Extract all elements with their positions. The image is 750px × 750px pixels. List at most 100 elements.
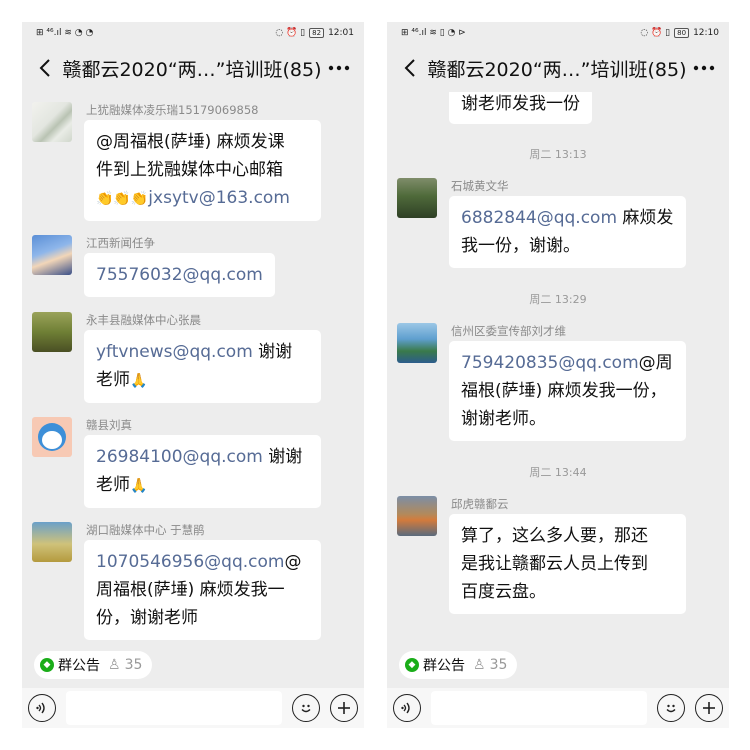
sender-name: 永丰县融媒体中心张晨 — [86, 313, 201, 327]
email-link[interactable]: 75576032@qq.com — [96, 265, 263, 285]
status-time: 12:01 — [328, 27, 354, 38]
sender-name: 江西新闻任争 — [86, 236, 155, 250]
status-system-icons: ◌ ⏰ ▯ — [275, 27, 306, 38]
voice-icon[interactable] — [393, 694, 421, 722]
emoji-icon[interactable] — [292, 694, 320, 722]
chat-title: 赣鄱云2020“两…”培训班(85) — [427, 58, 687, 81]
message-text: 老师 — [96, 370, 130, 390]
phone-screen-left: ⊞ ⁴⁶.ıl ≋ ◔ ◔ ◌ ⏰ ▯ 82 12:01 赣鄱云2020“两…”… — [22, 22, 364, 728]
status-icons: ⊞ ⁴⁶.ıl ≋ ◔ ◔ — [36, 27, 94, 38]
sender-name: 石城黄文华 — [451, 179, 509, 193]
message-bubble[interactable]: 算了，这么多人要，那还 是我让赣鄱云人员上传到 百度云盘。 — [449, 514, 686, 614]
sender-name: 邱虎赣鄱云 — [451, 497, 509, 511]
message-list[interactable]: 上犹融媒体凌乐瑞15179069858 @周福根(萨埵) 麻烦发课 件到上犹融媒… — [22, 92, 364, 642]
member-icon: ♙ — [473, 657, 486, 673]
status-system-icons: ◌ ⏰ ▯ — [640, 27, 671, 38]
message-bubble[interactable]: 75576032@qq.com — [84, 253, 275, 297]
message-bubble[interactable]: 1070546956@qq.com@ 周福根(萨埵) 麻烦发我一 份，谢谢老师 — [84, 540, 321, 640]
back-icon[interactable] — [32, 55, 58, 81]
message-text: 福根(萨埵) 麻烦发我一份， — [461, 381, 667, 401]
status-icons: ⊞ ⁴⁶.ıl ≋ ▯ ◔ ⊳ — [401, 27, 466, 38]
message-bubble[interactable]: 26984100@qq.com 谢谢 老师🙏 — [84, 435, 321, 508]
message-text: @ — [284, 552, 302, 572]
member-icon: ♙ — [108, 657, 121, 673]
status-bar: ⊞ ⁴⁶.ıl ≋ ◔ ◔ ◌ ⏰ ▯ 82 12:01 — [22, 22, 364, 44]
message-text: 麻烦发 — [617, 208, 674, 228]
input-bar — [22, 688, 364, 728]
status-time: 12:10 — [693, 27, 719, 38]
email-link[interactable]: 26984100@qq.com — [96, 447, 263, 467]
message-bubble[interactable]: yftvnews@qq.com 谢谢 老师🙏 — [84, 330, 321, 403]
notice-icon: ◆ — [40, 658, 54, 672]
message-text: @周福根(萨埵) 麻烦发课 — [96, 132, 285, 152]
message-bubble[interactable]: 6882844@qq.com 麻烦发 我一份，谢谢。 — [449, 196, 686, 268]
email-link[interactable]: 759420835@qq.com — [461, 353, 639, 373]
notice-bar: ◆ 群公告 ♙ 35 — [22, 642, 364, 688]
message-text: @周 — [638, 353, 673, 373]
status-bar: ⊞ ⁴⁶.ıl ≋ ▯ ◔ ⊳ ◌ ⏰ ▯ 80 12:10 — [387, 22, 729, 44]
chat-header: 赣鄱云2020“两…”培训班(85) — [387, 44, 729, 92]
notice-label: 群公告 — [423, 658, 465, 674]
avatar[interactable] — [397, 323, 437, 363]
message-text: 百度云盘。 — [461, 582, 546, 602]
emoji-icon[interactable] — [657, 694, 685, 722]
more-icon[interactable] — [322, 55, 356, 81]
chat-title: 赣鄱云2020“两…”培训班(85) — [62, 58, 322, 81]
sender-name: 信州区委宣传部刘才维 — [451, 324, 566, 338]
notice-icon: ◆ — [405, 658, 419, 672]
plus-icon[interactable] — [695, 694, 723, 722]
message-list[interactable]: 谢老师发我一份 周二 13:13 石城黄文华 6882844@qq.com 麻烦… — [387, 92, 729, 642]
pray-emoji-icon: 🙏 — [130, 373, 148, 389]
message-text: 算了，这么多人要，那还 — [461, 526, 648, 546]
message-text: 是我让赣鄱云人员上传到 — [461, 554, 648, 574]
message-text: 老师 — [96, 475, 130, 495]
notice-label: 群公告 — [58, 658, 100, 674]
message-text: 谢老师发我一份 — [461, 94, 580, 114]
battery-icon: 80 — [674, 28, 690, 38]
notice-bar: ◆ 群公告 ♙ 35 — [387, 642, 729, 688]
email-link[interactable]: 6882844@qq.com — [461, 208, 617, 228]
back-icon[interactable] — [397, 55, 423, 81]
avatar[interactable] — [32, 235, 72, 275]
message-input[interactable] — [431, 691, 647, 725]
member-count: 35 — [489, 657, 508, 673]
avatar[interactable] — [32, 417, 72, 457]
message-bubble[interactable]: 759420835@qq.com@周 福根(萨埵) 麻烦发我一份， 谢谢老师。 — [449, 341, 686, 441]
message-input[interactable] — [66, 691, 282, 725]
avatar[interactable] — [32, 312, 72, 352]
input-bar — [387, 688, 729, 728]
timestamp: 周二 13:44 — [529, 466, 587, 479]
timestamp: 周二 13:13 — [529, 148, 587, 161]
group-notice-button[interactable]: ◆ 群公告 ♙ 35 — [399, 651, 518, 679]
avatar[interactable] — [32, 522, 72, 562]
email-link[interactable]: 1070546956@qq.com — [96, 552, 284, 572]
pray-emoji-icon: 🙏 — [130, 478, 148, 494]
message-bubble[interactable]: 谢老师发我一份 — [449, 92, 592, 124]
message-text: 件到上犹融媒体中心邮箱 — [96, 160, 283, 180]
plus-icon[interactable] — [330, 694, 358, 722]
message-text: 份，谢谢老师 — [96, 608, 198, 628]
avatar[interactable] — [397, 178, 437, 218]
message-text: 我一份，谢谢。 — [461, 236, 580, 256]
group-notice-button[interactable]: ◆ 群公告 ♙ 35 — [34, 651, 153, 679]
avatar[interactable] — [397, 496, 437, 536]
avatar[interactable] — [32, 102, 72, 142]
member-count: 35 — [124, 657, 143, 673]
clap-emoji-icon: 👏👏👏 — [96, 191, 149, 207]
chat-header: 赣鄱云2020“两…”培训班(85) — [22, 44, 364, 92]
sender-name: 上犹融媒体凌乐瑞15179069858 — [86, 103, 259, 117]
message-text: 周福根(萨埵) 麻烦发我一 — [96, 580, 285, 600]
battery-icon: 82 — [309, 28, 325, 38]
email-link[interactable]: yftvnews@qq.com — [96, 342, 253, 362]
sender-name: 赣县刘真 — [86, 418, 132, 432]
more-icon[interactable] — [687, 55, 721, 81]
message-text: 谢谢老师。 — [461, 409, 546, 429]
message-text: 谢谢 — [262, 447, 303, 467]
timestamp: 周二 13:29 — [529, 293, 587, 306]
sender-name: 湖口融媒体中心 于慧鹃 — [86, 523, 205, 537]
email-link[interactable]: jxsytv@163.com — [148, 188, 290, 208]
voice-icon[interactable] — [28, 694, 56, 722]
message-bubble[interactable]: @周福根(萨埵) 麻烦发课 件到上犹融媒体中心邮箱 👏👏👏jxsytv@163.… — [84, 120, 321, 221]
message-text: 谢谢 — [252, 342, 293, 362]
phone-screen-right: ⊞ ⁴⁶.ıl ≋ ▯ ◔ ⊳ ◌ ⏰ ▯ 80 12:10 赣鄱云2020“两… — [387, 22, 729, 728]
